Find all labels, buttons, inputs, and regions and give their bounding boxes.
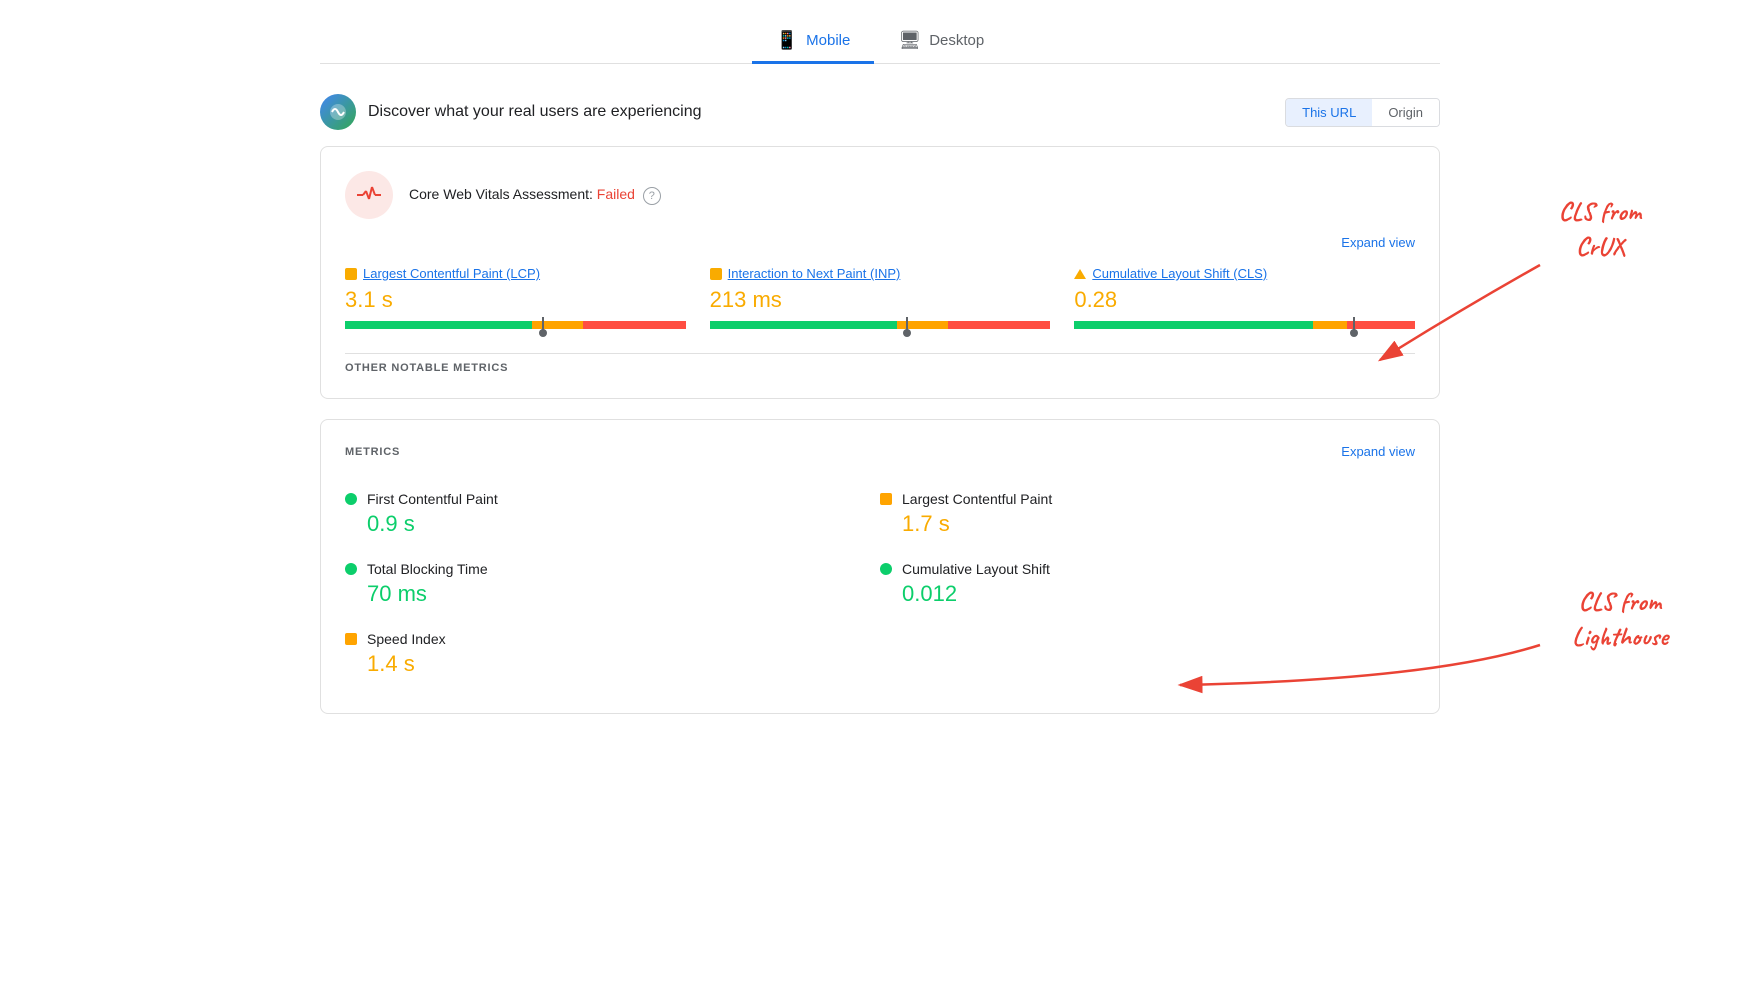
help-icon[interactable]: ? xyxy=(643,187,661,205)
inp-bar-green xyxy=(710,321,897,329)
cls2-status-dot xyxy=(880,563,892,575)
inp-bar xyxy=(710,321,1051,329)
fcp-label-row: First Contentful Paint xyxy=(345,491,880,507)
cls-bar xyxy=(1074,321,1415,329)
header-left: Discover what your real users are experi… xyxy=(320,94,701,130)
cls-indicator xyxy=(1074,269,1086,279)
tab-mobile-label: Mobile xyxy=(806,32,850,49)
metric-cls-label[interactable]: Cumulative Layout Shift (CLS) xyxy=(1074,266,1415,281)
metrics-section-label: METRICS xyxy=(345,446,400,458)
cls-bar-marker xyxy=(1353,317,1355,333)
fcp-label: First Contentful Paint xyxy=(367,491,498,507)
cls-bar-orange xyxy=(1313,321,1347,329)
metric-cls2: Cumulative Layout Shift 0.012 xyxy=(880,549,1415,619)
tab-mobile[interactable]: 📱 Mobile xyxy=(752,20,875,64)
assessment-icon xyxy=(345,171,393,219)
lcp-bar-marker xyxy=(542,317,544,333)
inp-bar-orange xyxy=(897,321,948,329)
cls2-value: 0.012 xyxy=(880,581,1415,607)
metrics-right-col: Largest Contentful Paint 1.7 s Cumulativ… xyxy=(880,479,1415,689)
inp-value: 213 ms xyxy=(710,287,1051,313)
cls-value: 0.28 xyxy=(1074,287,1415,313)
lighthouse-annotation-text: CLS from xyxy=(1579,585,1663,618)
lcp-indicator xyxy=(345,268,357,280)
metric-inp: Interaction to Next Paint (INP) 213 ms xyxy=(710,266,1051,329)
lcp2-status-square xyxy=(880,493,892,505)
this-url-button[interactable]: This URL xyxy=(1286,99,1372,126)
metric-tbt: Total Blocking Time 70 ms xyxy=(345,549,880,619)
metric-inp-label[interactable]: Interaction to Next Paint (INP) xyxy=(710,266,1051,281)
lcp2-label-row: Largest Contentful Paint xyxy=(880,491,1415,507)
expand-view-link-lh[interactable]: Expand view xyxy=(1341,444,1415,459)
fcp-value: 0.9 s xyxy=(345,511,880,537)
lcp-bar-green xyxy=(345,321,532,329)
tab-desktop[interactable]: 🖥 Desktop xyxy=(874,20,1008,64)
metrics-left-col: First Contentful Paint 0.9 s Total Block… xyxy=(345,479,880,689)
origin-button[interactable]: Origin xyxy=(1372,99,1439,126)
lighthouse-metrics-grid: First Contentful Paint 0.9 s Total Block… xyxy=(345,479,1415,689)
crux-annotation-text2: CrUX xyxy=(1576,230,1627,263)
other-metrics-label: OTHER NOTABLE METRICS xyxy=(345,353,1415,374)
tbt-status-dot xyxy=(345,563,357,575)
si-label-row: Speed Index xyxy=(345,631,880,647)
lcp-value: 3.1 s xyxy=(345,287,686,313)
tbt-value: 70 ms xyxy=(345,581,880,607)
si-status-square xyxy=(345,633,357,645)
lighthouse-annotation-text2: Lighthouse xyxy=(1572,620,1670,653)
fcp-status-dot xyxy=(345,493,357,505)
cwv-metrics-grid: Largest Contentful Paint (LCP) 3.1 s Int… xyxy=(345,266,1415,329)
tab-bar: 📱 Mobile 🖥 Desktop xyxy=(320,20,1440,64)
assessment-status: Failed xyxy=(597,186,635,202)
assessment-header: Core Web Vitals Assessment: Failed ? xyxy=(345,171,1415,219)
core-web-vitals-card: Core Web Vitals Assessment: Failed ? Exp… xyxy=(320,146,1440,399)
tbt-label-row: Total Blocking Time xyxy=(345,561,880,577)
inp-bar-red xyxy=(948,321,1050,329)
expand-row-cwv: Expand view xyxy=(345,235,1415,250)
inp-indicator xyxy=(710,268,722,280)
metric-lcp-label[interactable]: Largest Contentful Paint (LCP) xyxy=(345,266,686,281)
metrics-section-header: METRICS Expand view xyxy=(345,444,1415,459)
mobile-icon: 📱 xyxy=(776,30,798,51)
assessment-title-group: Core Web Vitals Assessment: Failed ? xyxy=(409,186,661,205)
lcp-bar-orange xyxy=(532,321,583,329)
assessment-label: Core Web Vitals Assessment: xyxy=(409,186,593,202)
header-row: Discover what your real users are experi… xyxy=(320,94,1440,130)
inp-bar-marker xyxy=(906,317,908,333)
url-origin-toggle: This URL Origin xyxy=(1285,98,1440,127)
tbt-label: Total Blocking Time xyxy=(367,561,488,577)
metric-fcp: First Contentful Paint 0.9 s xyxy=(345,479,880,549)
cls-bar-red xyxy=(1347,321,1415,329)
metric-cls: Cumulative Layout Shift (CLS) 0.28 xyxy=(1074,266,1415,329)
metric-si: Speed Index 1.4 s xyxy=(345,619,880,689)
lcp2-value: 1.7 s xyxy=(880,511,1415,537)
lcp-bar xyxy=(345,321,686,329)
cls2-label-row: Cumulative Layout Shift xyxy=(880,561,1415,577)
crux-annotation-text: CLS from xyxy=(1559,195,1643,228)
lcp2-label: Largest Contentful Paint xyxy=(902,491,1052,507)
lcp-bar-red xyxy=(583,321,685,329)
si-value: 1.4 s xyxy=(345,651,880,677)
metric-lcp: Largest Contentful Paint (LCP) 3.1 s xyxy=(345,266,686,329)
expand-view-link-cwv[interactable]: Expand view xyxy=(1341,235,1415,250)
cls2-label: Cumulative Layout Shift xyxy=(902,561,1050,577)
si-label: Speed Index xyxy=(367,631,446,647)
cls-bar-green xyxy=(1074,321,1312,329)
lighthouse-metrics-card: METRICS Expand view First Contentful Pai… xyxy=(320,419,1440,714)
desktop-icon: 🖥 xyxy=(898,30,921,51)
metric-lcp2: Largest Contentful Paint 1.7 s xyxy=(880,479,1415,549)
tab-desktop-label: Desktop xyxy=(929,32,984,49)
header-icon xyxy=(320,94,356,130)
header-title: Discover what your real users are experi… xyxy=(368,103,701,121)
